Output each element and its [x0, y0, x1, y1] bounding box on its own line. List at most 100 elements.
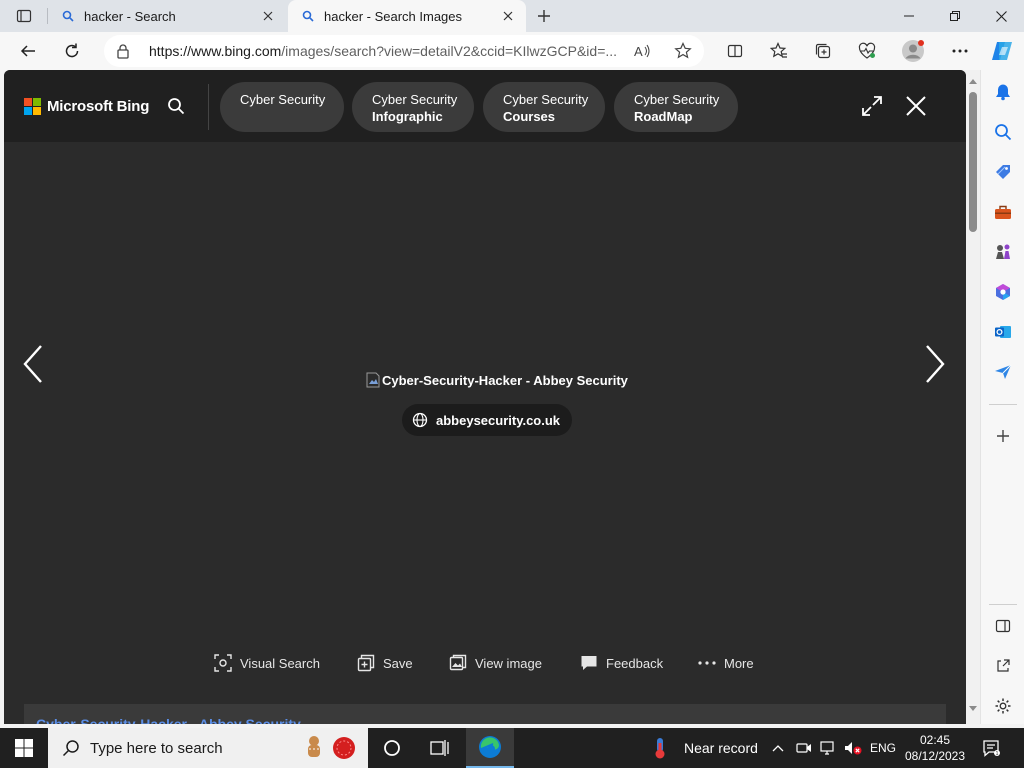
profile-button[interactable]	[898, 36, 928, 66]
refresh-icon	[65, 43, 79, 58]
outlook-button[interactable]	[991, 320, 1015, 344]
shopping-tag-icon	[996, 165, 1010, 179]
sidebar-divider	[989, 404, 1017, 405]
url-path: /images/search?view=detailV2&ccid=KIlwzG…	[281, 43, 618, 59]
network-icon[interactable]	[820, 728, 838, 768]
feedback-icon	[580, 654, 598, 672]
fullscreen-button[interactable]	[858, 92, 886, 120]
cortana-button[interactable]	[368, 728, 416, 768]
copilot-button[interactable]	[987, 36, 1017, 66]
related-search-pill[interactable]: Cyber Security Infographic	[352, 82, 474, 132]
main-image[interactable]: Cyber-Security-Hacker - Abbey Security	[366, 371, 628, 389]
pill-line2: Infographic	[372, 109, 443, 124]
source-domain-text: abbeysecurity.co.uk	[436, 412, 561, 428]
microsoft-bing-logo[interactable]: Microsoft Bing	[24, 98, 149, 115]
close-icon	[906, 96, 926, 116]
notifications-button[interactable]	[991, 80, 1015, 104]
related-search-pill[interactable]: Cyber Security	[220, 82, 344, 132]
windows-taskbar: Type here to search Near record ENG 02:4…	[0, 728, 1024, 768]
browser-essentials-button[interactable]	[852, 36, 882, 66]
hide-sidebar-button[interactable]	[991, 614, 1015, 638]
back-button[interactable]	[13, 36, 43, 66]
scrollbar-thumb[interactable]	[969, 92, 977, 232]
visual-search-label: Visual Search	[240, 655, 320, 671]
drop-button[interactable]	[991, 360, 1015, 384]
vertical-scrollbar[interactable]	[966, 70, 980, 724]
header-divider	[208, 84, 209, 130]
feedback-button[interactable]: Feedback	[580, 654, 663, 672]
favorites-button[interactable]	[764, 36, 794, 66]
view-image-button[interactable]: View image	[449, 654, 542, 672]
taskbar-search-box[interactable]: Type here to search	[48, 728, 368, 768]
search-icon	[62, 739, 80, 757]
more-dots-icon	[952, 49, 968, 53]
result-title-link[interactable]: Cyber-Security-Hacker - Abbey Security	[36, 716, 301, 724]
close-tab-icon[interactable]	[496, 4, 520, 28]
chevron-right-icon	[926, 345, 945, 383]
scroll-down-arrow-icon[interactable]	[969, 706, 977, 712]
previous-image-button[interactable]	[16, 342, 50, 386]
related-search-pill[interactable]: Cyber Security RoadMap	[614, 82, 738, 132]
source-domain-link[interactable]: abbeysecurity.co.uk	[402, 404, 573, 436]
more-button[interactable]: More	[698, 654, 754, 672]
search-button[interactable]	[160, 90, 192, 122]
volume-muted-icon[interactable]	[844, 728, 862, 768]
scroll-up-arrow-icon[interactable]	[969, 78, 977, 84]
more-dots-icon	[698, 654, 716, 672]
restore-button[interactable]	[932, 0, 978, 32]
read-aloud-icon[interactable]: A	[632, 40, 654, 62]
pill-line1: Cyber Security	[372, 92, 458, 107]
view-image-icon	[449, 654, 467, 672]
lock-icon[interactable]	[116, 43, 130, 64]
microsoft-logo-icon	[24, 98, 41, 115]
minimize-button[interactable]	[886, 0, 932, 32]
close-tab-icon[interactable]	[256, 4, 280, 28]
weather-text: Near record	[684, 740, 758, 756]
collections-icon	[815, 43, 831, 59]
weather-widget[interactable]: Near record	[652, 728, 758, 768]
add-sidebar-app-button[interactable]	[991, 424, 1015, 448]
visual-search-button[interactable]: Visual Search	[214, 654, 320, 672]
meet-now-icon[interactable]	[796, 728, 812, 768]
close-window-button[interactable]	[978, 0, 1024, 32]
sidebar-settings-button[interactable]	[991, 694, 1015, 718]
next-image-button[interactable]	[918, 342, 952, 386]
tab-hacker-search[interactable]: hacker - Search	[48, 0, 286, 32]
search-highlight-image[interactable]	[300, 733, 358, 763]
address-bar[interactable]: https://www.bing.com/images/search?view=…	[104, 35, 704, 67]
input-language-indicator[interactable]: ENG	[870, 728, 896, 768]
microsoft-365-button[interactable]	[991, 280, 1015, 304]
save-icon	[357, 654, 375, 672]
edge-taskbar-button[interactable]	[466, 728, 514, 768]
close-overlay-button[interactable]	[902, 92, 930, 120]
view-image-label: View image	[475, 655, 542, 671]
action-center-button[interactable]: 1	[982, 728, 1000, 768]
system-clock[interactable]: 02:45 08/12/2023	[900, 732, 970, 764]
tab-actions-menu-button[interactable]	[8, 4, 40, 28]
svg-text:1: 1	[996, 751, 999, 757]
refresh-button[interactable]	[57, 36, 87, 66]
task-view-button[interactable]	[416, 728, 464, 768]
favorite-star-icon[interactable]	[672, 40, 694, 62]
back-arrow-icon	[20, 45, 35, 57]
sidebar-panel-icon	[995, 619, 1011, 633]
games-button[interactable]	[991, 240, 1015, 264]
shopping-button[interactable]	[991, 160, 1015, 184]
url-text[interactable]: https://www.bing.com/images/search?view=…	[149, 43, 629, 59]
url-host: https://www.bing.com	[149, 43, 282, 59]
open-in-window-button[interactable]	[991, 654, 1015, 678]
start-button[interactable]	[0, 728, 48, 768]
settings-and-more-button[interactable]	[945, 36, 975, 66]
related-search-pill[interactable]: Cyber Security Courses	[483, 82, 605, 132]
microsoft-365-icon	[996, 284, 1010, 300]
heart-pulse-icon	[858, 42, 876, 59]
save-button[interactable]: Save	[357, 654, 413, 672]
collections-button[interactable]	[808, 36, 838, 66]
sidebar-search-button[interactable]	[991, 120, 1015, 144]
split-screen-button[interactable]	[720, 36, 750, 66]
show-hidden-icons-button[interactable]	[772, 728, 784, 768]
tools-button[interactable]	[991, 200, 1015, 224]
image-alt-text: Cyber-Security-Hacker - Abbey Security	[382, 372, 628, 388]
new-tab-button[interactable]	[532, 4, 556, 28]
tab-hacker-search-images[interactable]: hacker - Search Images	[288, 0, 526, 32]
